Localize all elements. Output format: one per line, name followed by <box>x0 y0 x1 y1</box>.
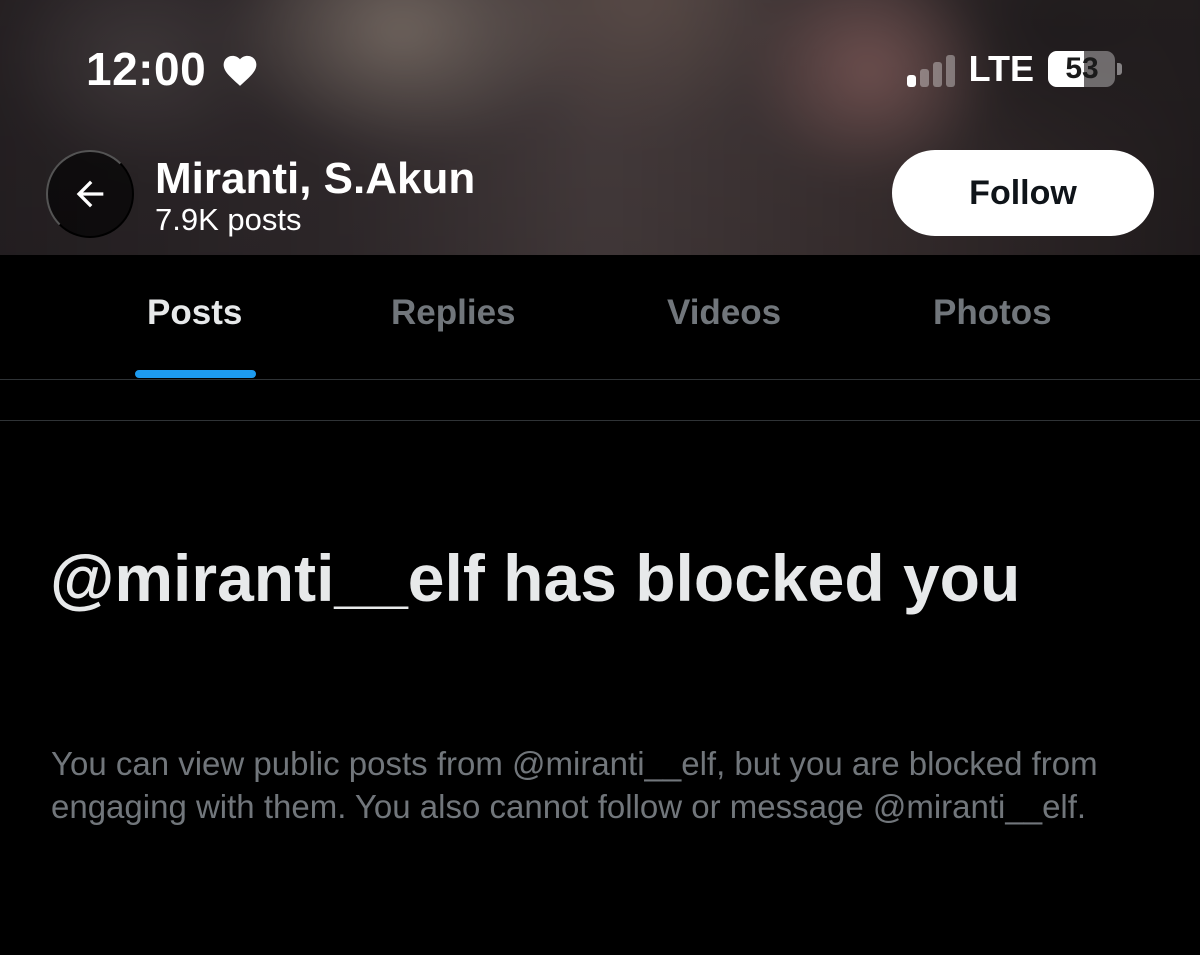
back-button[interactable] <box>46 150 134 238</box>
divider <box>0 420 1200 421</box>
battery-level: 53 <box>1065 52 1099 85</box>
heart-icon <box>223 55 257 86</box>
battery-icon: 53 <box>1048 50 1122 88</box>
back-arrow-icon <box>76 180 104 208</box>
profile-name: Miranti, S.Akun <box>155 154 476 203</box>
tab-videos[interactable]: Videos <box>667 293 781 333</box>
tab-replies[interactable]: Replies <box>391 293 516 333</box>
profile-screen: 12:00 LTE 53 Miranti, S.Akun 7.9K posts … <box>0 0 1200 955</box>
post-count: 7.9K posts <box>155 202 302 237</box>
network-type: LTE <box>968 48 1034 89</box>
follow-button[interactable]: Follow <box>892 150 1154 236</box>
tab-photos[interactable]: Photos <box>933 293 1052 333</box>
signal-icon <box>906 51 955 87</box>
status-time: 12:00 <box>86 42 260 96</box>
status-time-label: 12:00 <box>86 43 207 95</box>
profile-tabs: Posts Replies Videos Photos <box>0 255 1200 380</box>
active-tab-indicator <box>135 370 256 378</box>
blocked-description: You can view public posts from @miranti_… <box>51 745 1098 825</box>
tab-posts[interactable]: Posts <box>147 293 242 333</box>
status-indicators: LTE 53 <box>906 48 1122 90</box>
blocked-title: @miranti__elf has blocked you <box>50 541 1021 615</box>
